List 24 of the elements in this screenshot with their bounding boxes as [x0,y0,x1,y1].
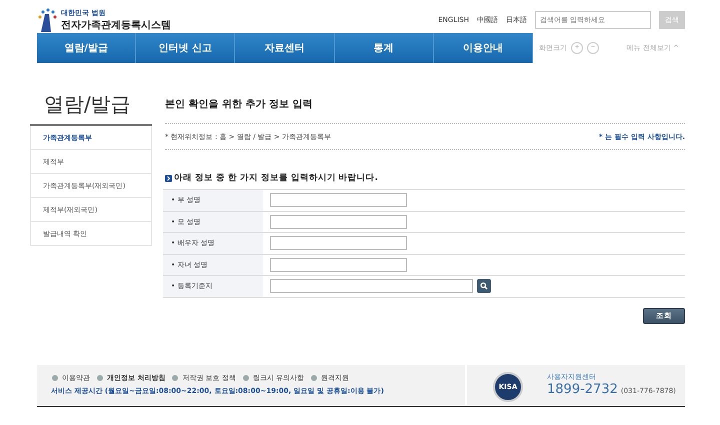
input-field[interactable] [270,214,407,229]
arrow-icon [165,174,172,182]
bullet-icon [96,374,104,382]
phone-number: 1899-2732 [547,382,618,397]
nav-item[interactable]: 이용안내 [434,33,534,63]
input-field[interactable] [270,193,407,208]
logo-icon [37,8,57,32]
bullet-icon [242,374,250,382]
input-field[interactable] [270,279,473,294]
input-field[interactable] [270,258,407,272]
sidebar-title: 열람/발급 [44,91,132,118]
bullet-icon [51,374,59,382]
bullet-icon [171,374,180,382]
logo-title[interactable]: 전자가족관계등록시스템 [61,18,171,32]
bullet-icon [310,374,318,382]
search-icon [480,282,488,290]
nav-item[interactable]: 통계 [334,33,434,63]
input-field[interactable] [270,236,407,250]
search-icon-button[interactable] [477,279,491,294]
form-heading: 아래 정보 중 한 가지 정보를 입력하시기 바랍니다. [174,172,378,184]
page-title: 본인 확인을 위한 추가 정보 입력 [165,98,314,111]
nav-item[interactable]: 자료센터 [235,33,335,63]
nav-item[interactable]: 열람/발급 [37,33,136,63]
nav-item[interactable]: 인터넷 신고 [136,33,236,63]
